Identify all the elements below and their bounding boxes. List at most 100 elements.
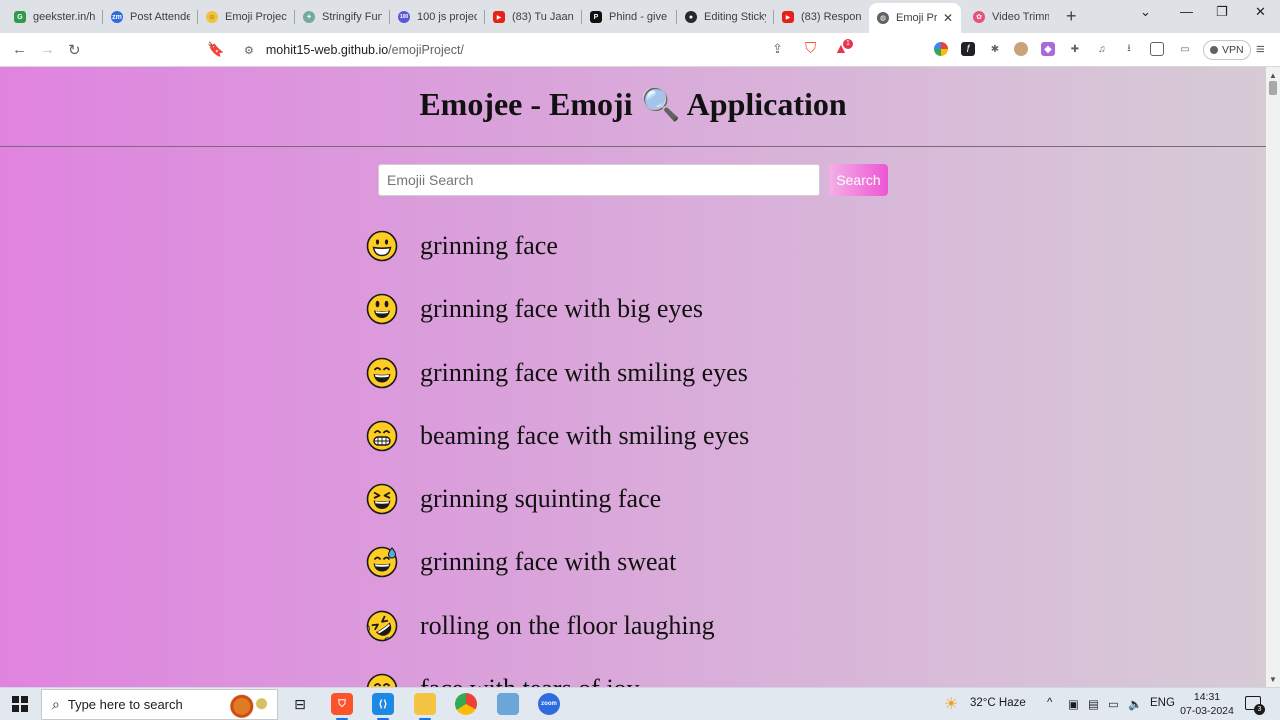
weather-text[interactable]: 32°C Haze bbox=[970, 697, 1026, 709]
grinning-face-with-sweat-icon bbox=[366, 547, 398, 578]
close-tab-icon[interactable]: ✕ bbox=[937, 11, 953, 25]
scroll-down-arrow-icon[interactable]: ▼ bbox=[1269, 675, 1277, 684]
emoji-list-item: grinning face with smiling eyes bbox=[366, 354, 749, 417]
emoji-name: face with tears of joy bbox=[420, 670, 639, 687]
taskbar-search-box[interactable]: ⌕ Type here to search bbox=[41, 689, 278, 720]
zoom-icon: zm bbox=[111, 11, 123, 23]
file-explorer-icon[interactable] bbox=[414, 693, 436, 720]
youtube-icon: ▶ bbox=[493, 11, 505, 23]
search-highlight-icon bbox=[221, 692, 273, 718]
brave-shield-icon[interactable]: ⛉ bbox=[805, 40, 816, 57]
emoji-name: grinning squinting face bbox=[420, 484, 662, 514]
wallet-icon[interactable]: ▭ bbox=[1178, 42, 1192, 56]
tab-youtube-tu-jaane[interactable]: ▶ (83) Tu Jaane bbox=[485, 4, 582, 30]
vscode-icon[interactable]: ⟨⟩ bbox=[372, 693, 394, 720]
youtube-icon: ▶ bbox=[782, 11, 794, 23]
scroll-up-arrow-icon[interactable]: ▲ bbox=[1269, 71, 1277, 80]
tab-label: geekster.in/h bbox=[33, 11, 95, 23]
tab-post-attendee[interactable]: zm Post Attende bbox=[103, 4, 198, 30]
tab-label: Emoji Pr bbox=[896, 12, 937, 24]
tab-stringify[interactable]: ✦ Stringify Fun bbox=[295, 4, 390, 30]
zoom-app-icon[interactable]: zoom bbox=[538, 693, 560, 715]
tab-label: Stringify Fun bbox=[322, 11, 382, 23]
globe-icon: ◍ bbox=[877, 12, 889, 24]
grinning-face-with-big-eyes-icon bbox=[366, 293, 398, 325]
url-text[interactable]: mohit15-web.github.io/emojiProject/ bbox=[266, 43, 464, 57]
tab-label: Video Trimm bbox=[992, 11, 1049, 23]
close-window-icon[interactable]: ✕ bbox=[1255, 4, 1266, 20]
download-icon[interactable]: ⭳ bbox=[1122, 42, 1136, 56]
color-picker-extension-icon[interactable] bbox=[934, 42, 948, 56]
phind-icon: P bbox=[590, 11, 602, 23]
share-icon[interactable]: ⇪ bbox=[772, 41, 783, 57]
chatgpt-icon: ✦ bbox=[303, 11, 315, 23]
tray-network-icon[interactable]: ▤ bbox=[1088, 697, 1099, 711]
site-info-icon[interactable]: ⚙ bbox=[244, 44, 254, 57]
bug-extension-icon[interactable]: ✱ bbox=[988, 42, 1002, 56]
beaming-face-with-smiling-eyes-icon bbox=[366, 420, 398, 452]
project-icon: 100 bbox=[398, 11, 410, 23]
sidebar-toggle-icon[interactable] bbox=[1150, 42, 1164, 56]
purple-extension-icon[interactable]: ◆ bbox=[1041, 42, 1055, 56]
emoji-name: grinning face with smiling eyes bbox=[420, 357, 748, 387]
show-hidden-icons-chevron-icon[interactable]: ^ bbox=[1047, 697, 1052, 709]
tab-search-chevron-icon[interactable]: ⌄ bbox=[1140, 4, 1151, 20]
emoji-list-item: grinning face bbox=[366, 227, 749, 290]
emoji-search-input[interactable] bbox=[378, 164, 820, 196]
tab-label: (83) Respons bbox=[801, 11, 861, 23]
task-view-icon[interactable]: ⊟ bbox=[289, 693, 311, 715]
tab-geekster[interactable]: G geekster.in/h bbox=[6, 4, 103, 30]
tab-emoji-project-active[interactable]: ◍ Emoji Pr ✕ bbox=[869, 3, 961, 33]
bookmark-icon[interactable]: 🔖 bbox=[207, 41, 224, 58]
address-bar[interactable]: ⚙ mohit15-web.github.io/emojiProject/ bbox=[234, 36, 830, 64]
emoji-name: grinning face with sweat bbox=[420, 547, 677, 577]
back-arrow-icon[interactable]: ← bbox=[12, 41, 27, 58]
grinning-face-with-smiling-eyes-icon bbox=[366, 357, 398, 388]
emoji-list-item: face with tears of joy bbox=[366, 670, 749, 687]
restore-icon[interactable]: ❐ bbox=[1216, 4, 1228, 20]
tab-label: Phind - give bbox=[609, 11, 668, 23]
windows-start-icon[interactable] bbox=[12, 696, 28, 712]
clock-time: 14:31 bbox=[1193, 691, 1221, 703]
tray-app-icon[interactable]: ▣ bbox=[1068, 697, 1079, 711]
brave-browser-icon[interactable]: ⛉ bbox=[331, 693, 353, 720]
scroll-thumb[interactable] bbox=[1269, 81, 1277, 95]
photo-app-icon[interactable] bbox=[497, 693, 519, 715]
tab-youtube-responsive[interactable]: ▶ (83) Respons bbox=[774, 4, 869, 30]
minimize-icon[interactable]: — bbox=[1180, 4, 1193, 19]
video-trimmer-icon: ✿ bbox=[973, 11, 985, 23]
taskbar-clock[interactable]: 14:31 07-03-2024 bbox=[1172, 690, 1242, 718]
avatar-extension-icon[interactable] bbox=[1014, 42, 1028, 56]
page-title: Emojee - Emoji 🔍 Application bbox=[419, 86, 847, 122]
weather-sun-icon[interactable]: ☀ bbox=[944, 694, 958, 714]
page-scrollbar[interactable]: ▲ ▼ bbox=[1266, 67, 1280, 687]
battery-icon[interactable]: ▭ bbox=[1108, 697, 1119, 711]
new-tab-button[interactable]: + bbox=[1066, 6, 1077, 27]
tab-label: Emoji Project bbox=[225, 11, 287, 23]
browser-menu-icon[interactable]: ≡ bbox=[1256, 41, 1265, 58]
search-icon: ⌕ bbox=[52, 696, 60, 712]
rewards-badge: 1 bbox=[843, 39, 853, 49]
vpn-status-icon bbox=[1210, 46, 1218, 54]
volume-icon[interactable]: 🔈 bbox=[1128, 697, 1142, 711]
chrome-icon[interactable] bbox=[455, 693, 477, 715]
tab-100-js-projects[interactable]: 100 100 js projec bbox=[390, 4, 485, 30]
emoji-list-item: grinning squinting face bbox=[366, 480, 749, 543]
tab-video-trimmer[interactable]: ✿ Video Trimm bbox=[965, 4, 1057, 30]
emoji-list-item: grinning face with big eyes bbox=[366, 290, 749, 353]
media-music-icon[interactable]: ♫ bbox=[1095, 42, 1109, 56]
font-extension-icon[interactable]: f bbox=[961, 42, 975, 56]
tab-phind[interactable]: P Phind - give bbox=[582, 4, 677, 30]
vpn-button[interactable]: VPN bbox=[1203, 40, 1251, 60]
search-button[interactable]: Search bbox=[829, 164, 888, 196]
emoji-list-item: beaming face with smiling eyes bbox=[366, 417, 749, 480]
extensions-puzzle-icon[interactable]: ✚ bbox=[1068, 42, 1082, 56]
tab-emoji-project[interactable]: ☺ Emoji Project bbox=[198, 4, 295, 30]
emoji-name: rolling on the floor laughing bbox=[420, 610, 715, 640]
reload-icon[interactable]: ↻ bbox=[68, 41, 81, 59]
emoji-name: beaming face with smiling eyes bbox=[420, 420, 750, 450]
tab-github-editing[interactable]: ● Editing Sticky bbox=[677, 4, 774, 30]
emoji-list-item: rolling on the floor laughing bbox=[366, 607, 749, 670]
grinning-face-icon bbox=[366, 230, 398, 262]
forward-arrow-icon[interactable]: → bbox=[40, 41, 55, 58]
